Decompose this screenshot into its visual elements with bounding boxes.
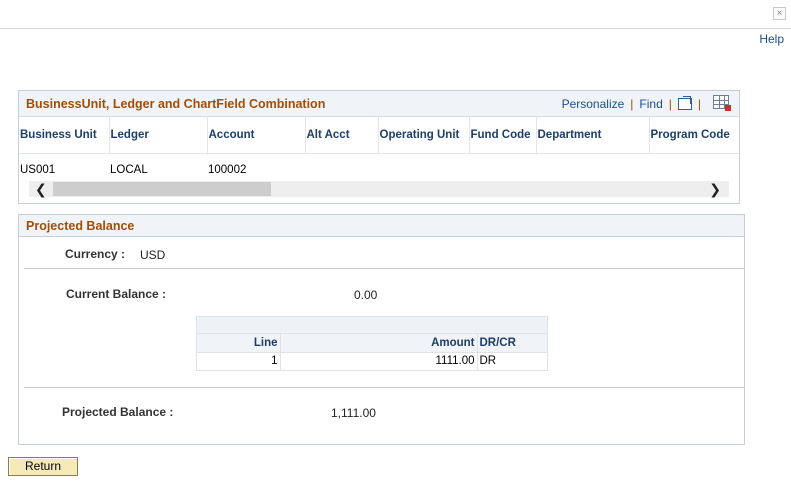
table-header-row: Business Unit Ledger Account Alt Acct Op… [19,117,739,154]
cell-line: 1 [197,352,281,370]
cell-account: 100002 [208,164,247,177]
close-icon[interactable]: × [773,7,786,20]
chartfield-grid: BusinessUnit, Ledger and ChartField Comb… [18,90,740,204]
find-link[interactable]: Find [639,97,662,111]
column-header: Line [197,334,281,353]
column-header[interactable]: Fund Code [469,117,537,154]
chartfield-table: Business Unit Ledger Account Alt Acct Op… [19,117,739,181]
cell-program-code [649,153,739,181]
column-header[interactable]: Account [207,117,306,154]
column-header[interactable]: Ledger [109,117,208,154]
grid-header: BusinessUnit, Ledger and ChartField Comb… [19,91,739,117]
table-row: 1 1111.00 DR [197,352,547,370]
cell-amount: 1111.00 [280,352,478,370]
cell-alt-acct [305,153,378,181]
cell-business-unit: US001 [20,164,56,177]
column-header: Amount [280,334,478,353]
column-header[interactable]: Program Code [649,117,739,154]
currency-label: Currency : [65,247,126,261]
return-button[interactable]: Return [8,457,78,476]
column-header: DR/CR [477,334,547,353]
help-link[interactable]: Help [759,32,784,46]
horizontal-scrollbar[interactable]: ❮ ❯ [29,181,729,197]
projected-balance-section: Projected Balance Currency : USD Current… [18,214,745,445]
currency-value: USD [140,248,166,262]
section-title: Projected Balance [26,219,135,233]
current-balance-label: Current Balance : [66,287,167,301]
balance-lines-table: Line Amount DR/CR 1 1111.00 DR [196,316,548,371]
divider [24,268,744,269]
projected-balance-label: Projected Balance : [62,405,174,419]
projected-balance-value: 1,111.00 [331,406,376,420]
current-balance-value: 0.00 [354,288,378,302]
cell-drcr: DR [479,355,497,368]
grid-title: BusinessUnit, Ledger and ChartField Comb… [26,97,326,111]
top-divider [0,28,791,29]
column-header[interactable]: Department [536,117,650,154]
column-header[interactable]: Alt Acct [305,117,379,154]
spreadsheet-download-icon[interactable] [713,95,731,111]
toolbar-separator: | [697,97,701,111]
column-header[interactable]: Business Unit [19,117,110,154]
personalize-link[interactable]: Personalize [562,97,625,111]
cell-department [536,153,649,181]
new-window-icon[interactable] [677,96,692,110]
scrollbar-thumb[interactable] [53,182,271,196]
divider [24,387,744,388]
cell-operating-unit [378,153,469,181]
table-row: US001 LOCAL 100002 [19,153,739,181]
scroll-left-icon[interactable]: ❮ [35,181,47,197]
cell-fund-code [469,153,536,181]
grid-toolbar: Personalize | Find | | [562,96,707,111]
projected-balance-header: Projected Balance [19,215,744,237]
cell-ledger: LOCAL [110,164,148,177]
table-header-row: Line Amount DR/CR [197,334,547,353]
column-header[interactable]: Operating Unit [378,117,470,154]
lines-table-toolbar [197,317,547,334]
scroll-right-icon[interactable]: ❯ [709,181,721,197]
toolbar-separator: | [630,97,634,111]
toolbar-separator: | [668,97,672,111]
